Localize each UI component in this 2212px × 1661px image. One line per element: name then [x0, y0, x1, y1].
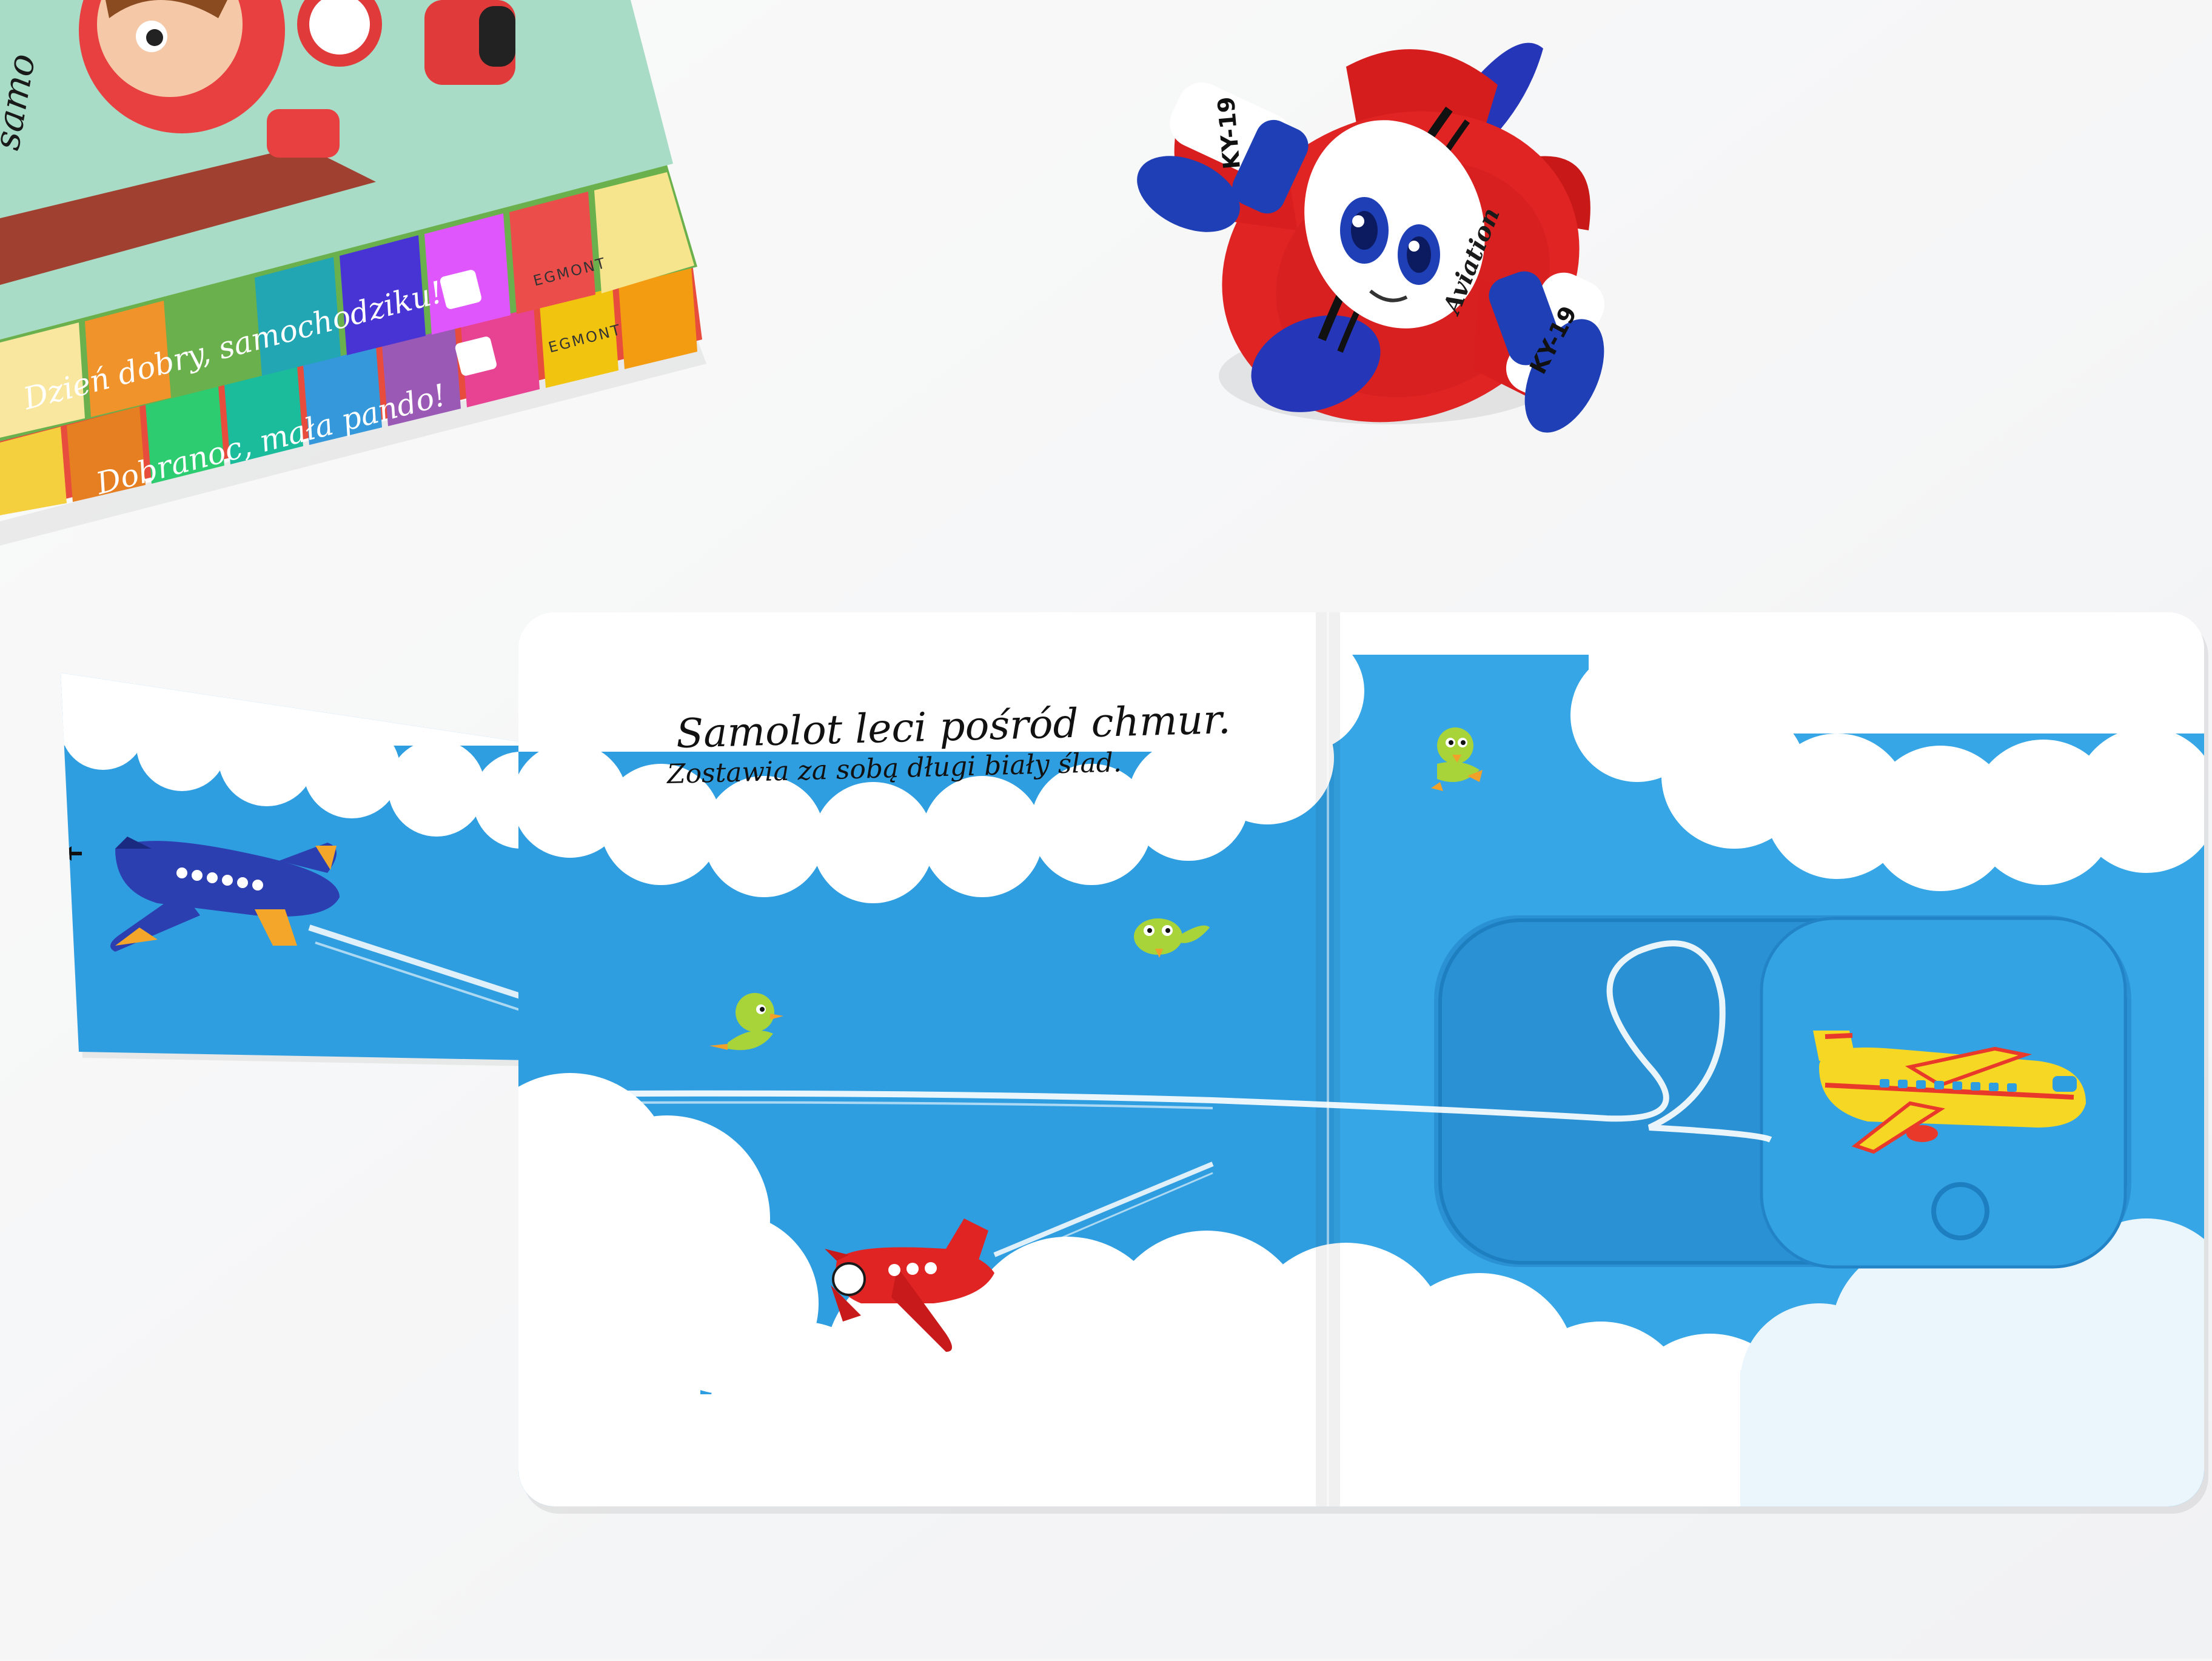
photo-scene: samo KY-19 KY-19 Aviation Samolot leci p…	[0, 0, 2212, 1659]
scene-svg: samo KY-19 KY-19 Aviation	[0, 0, 2212, 1659]
